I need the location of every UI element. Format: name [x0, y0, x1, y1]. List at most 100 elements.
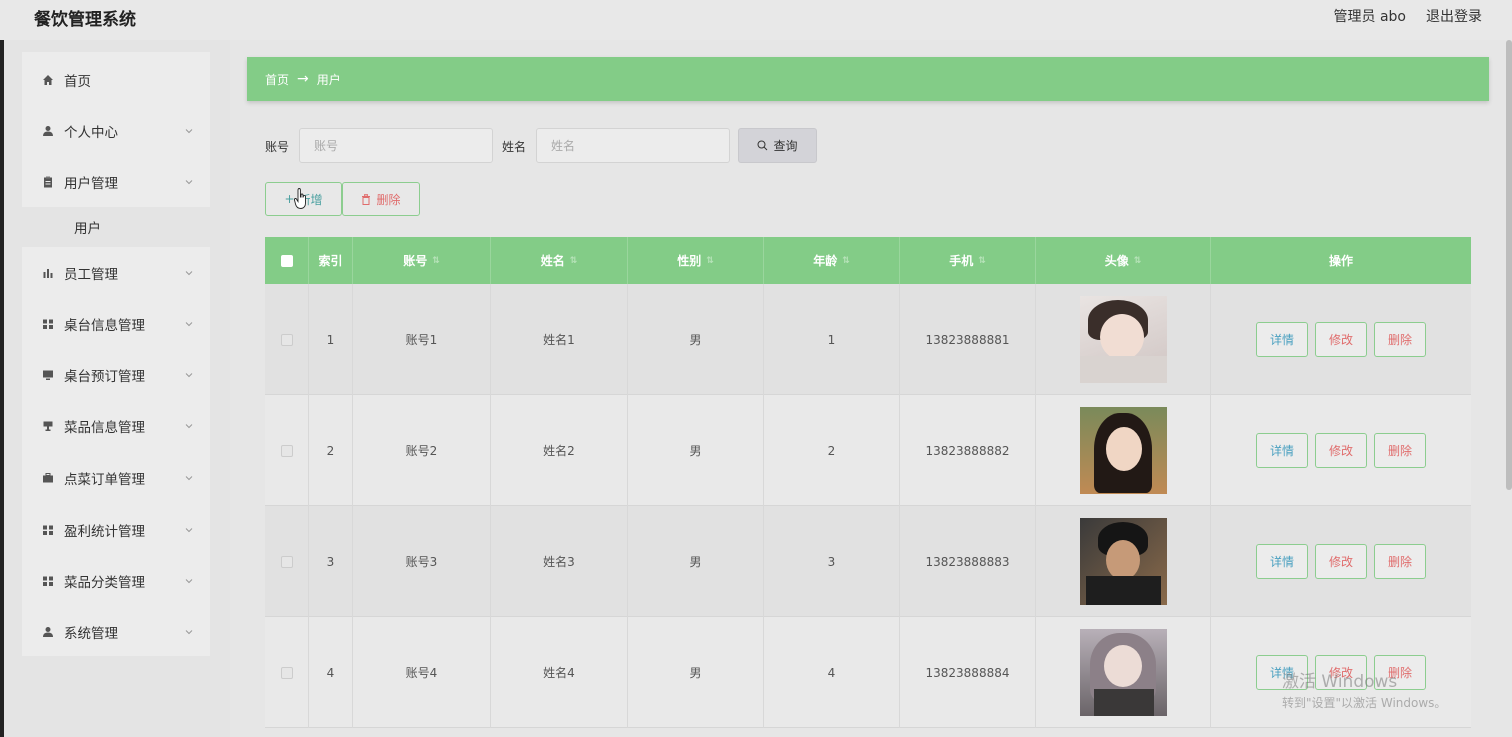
cell-phone: 13823888881 — [900, 284, 1036, 395]
cell-name: 姓名3 — [491, 506, 628, 617]
header-gender[interactable]: 性别 ⇅ — [628, 237, 764, 284]
sidebar-item-label: 首页 — [64, 73, 91, 90]
edit-button[interactable]: 修改 — [1315, 433, 1367, 468]
account-input[interactable] — [299, 128, 493, 163]
scrollbar[interactable] — [1506, 40, 1512, 490]
trash-icon — [362, 193, 371, 205]
query-button-label: 查询 — [773, 139, 798, 153]
cell-gender: 男 — [628, 395, 764, 506]
app-title: 餐饮管理系统 — [34, 10, 136, 30]
breadcrumb: 首页 → 用户 — [247, 57, 1489, 101]
cell-gender: 男 — [628, 284, 764, 395]
delete-button[interactable]: 删除 — [1374, 433, 1426, 468]
header-account[interactable]: 账号 ⇅ — [353, 237, 491, 284]
row-checkbox[interactable] — [280, 333, 293, 346]
sidebar-item-label: 桌台信息管理 — [64, 317, 145, 334]
sidebar-item-home[interactable]: 首页 — [22, 54, 210, 105]
avatar — [1079, 629, 1167, 716]
sidebar-item-dish-category[interactable]: 菜品分类管理 — [22, 555, 210, 606]
cell-account: 账号3 — [353, 506, 491, 617]
cell-name: 姓名1 — [491, 284, 628, 395]
query-button[interactable]: 查询 — [738, 128, 817, 163]
user-icon — [43, 626, 53, 637]
header-phone[interactable]: 手机 ⇅ — [900, 237, 1036, 284]
delete-button[interactable]: 删除 — [1374, 322, 1426, 357]
name-label: 姓名 — [502, 140, 527, 154]
name-input[interactable] — [536, 128, 730, 163]
cell-phone: 13823888882 — [900, 395, 1036, 506]
sidebar-item-table-info[interactable]: 桌台信息管理 — [22, 298, 210, 349]
header-name[interactable]: 姓名 ⇅ — [491, 237, 628, 284]
sidebar-item-label: 用户管理 — [64, 175, 118, 192]
briefcase-icon — [43, 472, 53, 482]
watermark-line2: 转到"设置"以激活 Windows。 — [1282, 696, 1447, 710]
grid-icon — [43, 319, 53, 329]
logout-link[interactable]: 退出登录 — [1426, 6, 1482, 26]
cell-age: 2 — [764, 395, 900, 506]
row-checkbox[interactable] — [280, 666, 293, 679]
chevron-down-icon — [185, 578, 193, 583]
sidebar-item-label: 菜品分类管理 — [64, 574, 145, 591]
sidebar-item-personal-center[interactable]: 个人中心 — [22, 105, 210, 156]
clipboard-icon — [44, 176, 52, 187]
header-avatar[interactable]: 头像 ⇅ — [1036, 237, 1211, 284]
sort-icon[interactable]: ⇅ — [842, 256, 850, 266]
delete-button[interactable]: 删除 — [1374, 544, 1426, 579]
detail-button[interactable]: 详情 — [1256, 544, 1308, 579]
sidebar-item-system-management[interactable]: 系统管理 — [22, 606, 210, 657]
select-all-checkbox[interactable] — [280, 254, 293, 267]
cell-account: 账号1 — [353, 284, 491, 395]
sort-icon[interactable]: ⇅ — [570, 256, 578, 266]
sidebar-item-table-booking[interactable]: 桌台预订管理 — [22, 349, 210, 400]
sidebar-item-label: 员工管理 — [64, 266, 118, 283]
select-all-cell[interactable] — [265, 237, 309, 284]
top-bar: 餐饮管理系统 管理员 abo 退出登录 — [0, 0, 1512, 40]
chevron-down-icon — [185, 423, 193, 428]
avatar — [1079, 518, 1167, 605]
monitor-icon — [43, 370, 53, 380]
batch-delete-button[interactable]: 删除 — [342, 182, 420, 216]
cell-index: 2 — [309, 395, 353, 506]
current-user[interactable]: 管理员 abo — [1334, 6, 1406, 26]
cup-icon — [43, 421, 53, 431]
home-icon — [43, 74, 53, 85]
sidebar: 首页 个人中心 用户管理 用户 员工管理 桌台信息管理 桌台预订管理 菜品信息管… — [22, 52, 210, 656]
chevron-down-icon — [185, 527, 193, 532]
users-table: 索引 账号 ⇅ 姓名 ⇅ 性别 ⇅ 年龄 ⇅ 手机 ⇅ 头像 ⇅ 操作 1 账号1 姓名1 … — [265, 237, 1471, 728]
row-checkbox[interactable] — [280, 444, 293, 457]
bar-chart-icon — [43, 268, 53, 278]
sort-icon[interactable]: ⇅ — [1134, 256, 1142, 266]
edit-button[interactable]: 修改 — [1315, 544, 1367, 579]
header-age[interactable]: 年龄 ⇅ — [764, 237, 900, 284]
breadcrumb-home[interactable]: 首页 — [265, 71, 289, 88]
avatar — [1079, 407, 1167, 494]
table-row: 3 账号3 姓名3 男 3 13823888883 详情 修改 删除 — [265, 506, 1471, 617]
sidebar-item-label: 个人中心 — [64, 124, 118, 141]
detail-button[interactable]: 详情 — [1256, 322, 1308, 357]
edit-button[interactable]: 修改 — [1315, 322, 1367, 357]
table-header: 索引 账号 ⇅ 姓名 ⇅ 性别 ⇅ 年龄 ⇅ 手机 ⇅ 头像 ⇅ 操作 — [265, 237, 1471, 284]
sidebar-item-order-management[interactable]: 点菜订单管理 — [22, 452, 210, 503]
chevron-down-icon — [185, 321, 193, 326]
avatar — [1079, 296, 1167, 383]
detail-button[interactable]: 详情 — [1256, 433, 1308, 468]
cell-age: 4 — [764, 617, 900, 728]
sidebar-item-user-management[interactable]: 用户管理 — [22, 156, 210, 207]
chevron-down-icon — [185, 270, 193, 275]
sidebar-item-dish-info[interactable]: 菜品信息管理 — [22, 400, 210, 451]
sidebar-item-staff-management[interactable]: 员工管理 — [22, 247, 210, 298]
sidebar-item-label: 桌台预订管理 — [64, 368, 145, 385]
sidebar-subitem-users[interactable]: 用户 — [22, 207, 210, 247]
sidebar-item-profit-stats[interactable]: 盈利统计管理 — [22, 504, 210, 555]
sidebar-item-label: 点菜订单管理 — [64, 471, 145, 488]
row-checkbox[interactable] — [280, 555, 293, 568]
sort-icon[interactable]: ⇅ — [432, 256, 440, 266]
cell-gender: 男 — [628, 506, 764, 617]
sort-icon[interactable]: ⇅ — [978, 256, 986, 266]
table-row: 2 账号2 姓名2 男 2 13823888882 详情 修改 删除 — [265, 395, 1471, 506]
cell-phone: 13823888884 — [900, 617, 1036, 728]
breadcrumb-arrow-icon: → — [297, 71, 309, 87]
chevron-down-icon — [185, 475, 193, 480]
sort-icon[interactable]: ⇅ — [706, 256, 714, 266]
header-right: 管理员 abo 退出登录 — [1334, 6, 1482, 26]
